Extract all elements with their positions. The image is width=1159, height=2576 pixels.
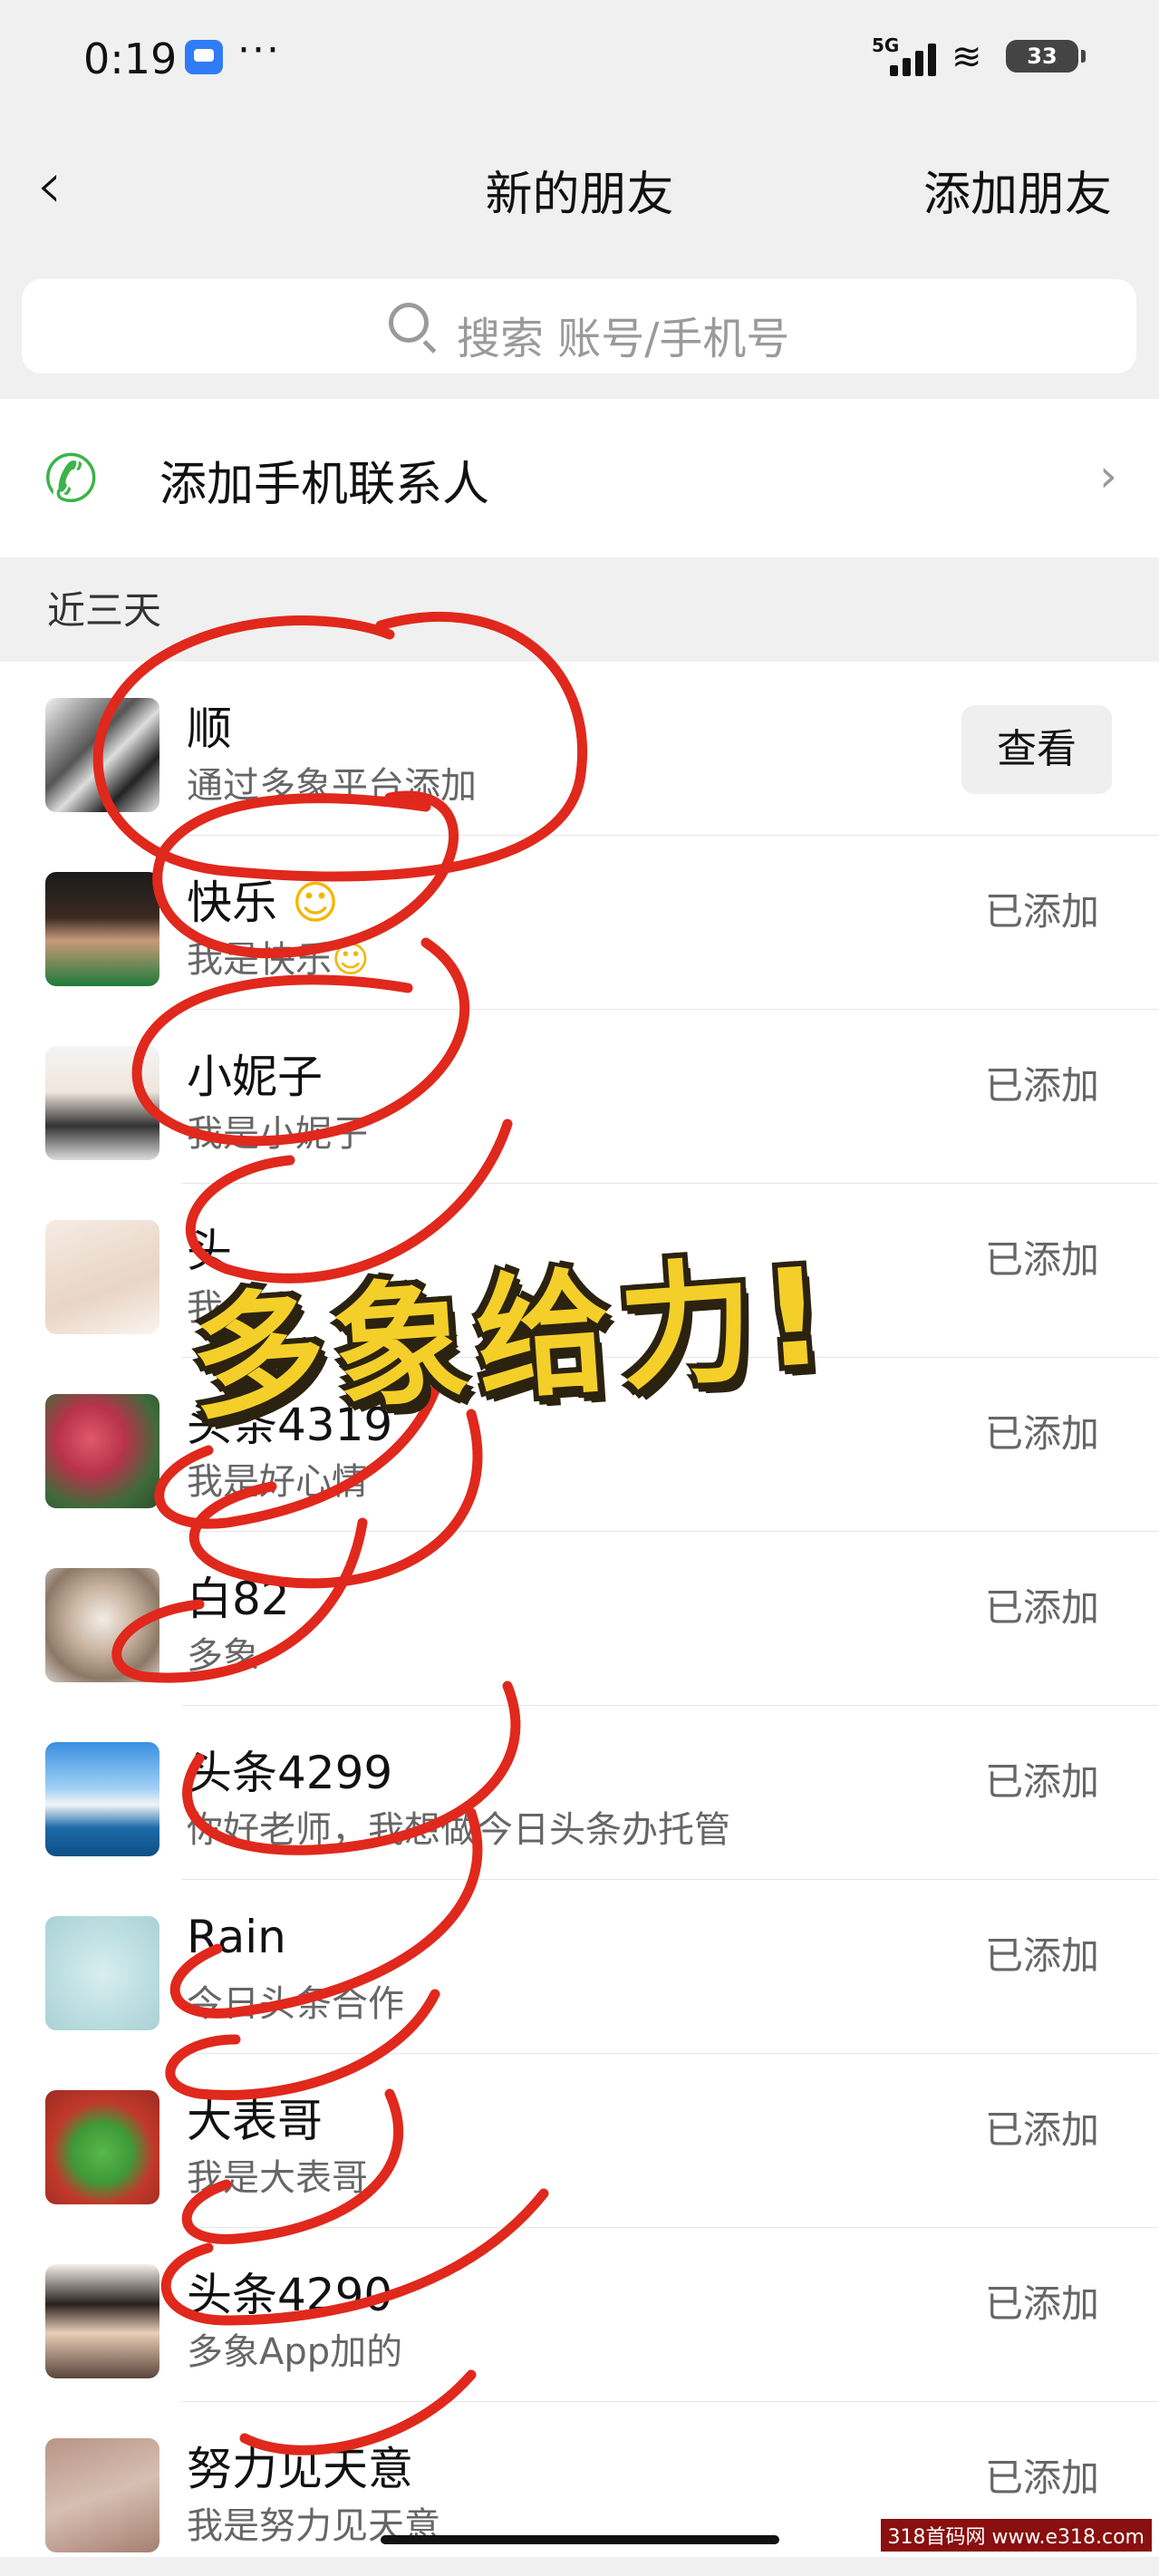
watermark: 318首码网 www.e318.com bbox=[880, 2519, 1152, 2552]
contact-name: 快乐 ☺ bbox=[187, 876, 340, 929]
added-status: 已添加 bbox=[984, 889, 1099, 934]
status-time: 0:19 bbox=[83, 34, 178, 83]
request-message: 你好老师，我想做今日头条办托管 bbox=[187, 1809, 730, 1851]
list-item[interactable]: 快乐 ☺ 我是快乐☺ 已添加 bbox=[0, 836, 1159, 1010]
avatar bbox=[45, 698, 159, 812]
added-status: 已添加 bbox=[984, 1933, 1099, 1978]
request-message: 通过多象平台添加 bbox=[187, 765, 477, 807]
add-phone-contacts-row[interactable]: ✆ 添加手机联系人 › bbox=[0, 399, 1159, 557]
avatar bbox=[45, 1220, 159, 1334]
contact-name: 头条4290 bbox=[187, 2269, 393, 2321]
list-item[interactable]: 头条4290 多象App加的 已添加 bbox=[0, 2228, 1159, 2402]
add-phone-contacts-label: 添加手机联系人 bbox=[159, 458, 490, 512]
avatar bbox=[45, 1046, 159, 1160]
contact-name: Rain bbox=[187, 1911, 286, 1963]
battery-icon: 33 bbox=[1006, 40, 1086, 73]
message-notification-icon bbox=[185, 40, 223, 74]
request-message: 我是小妮子 bbox=[187, 1113, 368, 1155]
signal-icon bbox=[890, 44, 939, 76]
search-placeholder: 搜索 账号/手机号 bbox=[457, 314, 790, 364]
back-icon[interactable]: ‹ bbox=[36, 152, 63, 218]
add-friend-button[interactable]: 添加朋友 bbox=[923, 156, 1112, 224]
avatar bbox=[45, 2090, 159, 2204]
avatar bbox=[45, 1568, 159, 1682]
list-item[interactable]: 白82 多象 已添加 bbox=[0, 1532, 1159, 1706]
added-status: 已添加 bbox=[984, 2281, 1099, 2326]
section-header-recent: 近三天 bbox=[47, 588, 162, 633]
avatar bbox=[45, 2264, 159, 2378]
avatar bbox=[45, 1916, 159, 2030]
nav-bar: ‹ 新的朋友 添加朋友 bbox=[0, 134, 1159, 243]
smile-emoji-icon: ☺ bbox=[332, 939, 370, 981]
request-message: 我是好心情 bbox=[187, 1461, 368, 1503]
contact-name: 努力见天意 bbox=[187, 2443, 413, 2495]
avatar bbox=[45, 2438, 159, 2552]
contact-name: 小妮子 bbox=[187, 1051, 323, 1103]
list-item[interactable]: Rain 今日头条合作 已添加 bbox=[0, 1880, 1159, 2054]
request-message: 我是大表哥 bbox=[187, 2157, 368, 2199]
wifi-icon: ≋ bbox=[951, 36, 982, 78]
added-status: 已添加 bbox=[984, 2107, 1099, 2152]
request-message: 今日头条合作 bbox=[187, 1983, 404, 2025]
view-button[interactable]: 查看 bbox=[961, 705, 1112, 794]
home-indicator[interactable] bbox=[381, 2535, 779, 2544]
list-item[interactable]: 小妮子 我是小妮子 已添加 bbox=[0, 1010, 1159, 1184]
contact-name: 白82 bbox=[187, 1573, 290, 1625]
avatar bbox=[45, 1742, 159, 1856]
search-icon bbox=[389, 303, 429, 343]
added-status: 已添加 bbox=[984, 1063, 1099, 1108]
phone-icon: ✆ bbox=[43, 441, 99, 517]
status-bar: 0:19 ··· 5G ≋ 33 bbox=[0, 0, 1159, 118]
request-message: 我是快乐☺ bbox=[187, 939, 370, 981]
avatar bbox=[45, 1394, 159, 1508]
list-item[interactable]: 大表哥 我是大表哥 已添加 bbox=[0, 2054, 1159, 2228]
added-status: 已添加 bbox=[984, 2455, 1099, 2500]
request-message: 多象 bbox=[187, 1635, 259, 1677]
request-message: 多象App加的 bbox=[187, 2331, 403, 2373]
more-notifications-icon: ··· bbox=[237, 27, 281, 73]
added-status: 已添加 bbox=[984, 1759, 1099, 1804]
status-indicators: 5G ≋ 33 bbox=[872, 33, 1144, 87]
contact-name: 头条4299 bbox=[187, 1747, 393, 1799]
list-item[interactable]: 头条4299 你好老师，我想做今日头条办托管 已添加 bbox=[0, 1706, 1159, 1880]
search-input[interactable]: 搜索 账号/手机号 bbox=[22, 279, 1136, 373]
friend-request-list: 顺 通过多象平台添加 查看 快乐 ☺ 我是快乐☺ 已添加 小妮子 我是小妮子 已… bbox=[0, 662, 1159, 2557]
contact-name: 大表哥 bbox=[187, 2095, 323, 2147]
list-item[interactable]: 顺 通过多象平台添加 查看 bbox=[0, 662, 1159, 836]
added-status: 已添加 bbox=[984, 1585, 1099, 1630]
added-status: 已添加 bbox=[984, 1237, 1099, 1282]
avatar bbox=[45, 872, 159, 986]
smile-emoji-icon: ☺ bbox=[291, 876, 340, 929]
added-status: 已添加 bbox=[984, 1411, 1099, 1456]
contact-name: 顺 bbox=[187, 702, 232, 755]
chevron-right-icon: › bbox=[1099, 450, 1117, 502]
